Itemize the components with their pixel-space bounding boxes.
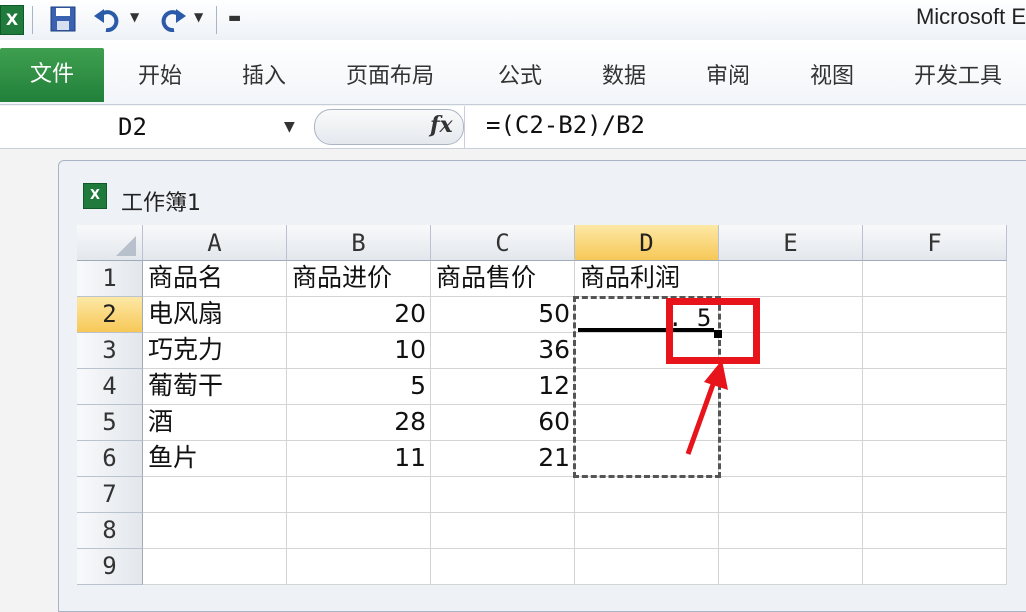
tab-review[interactable]: 审阅 bbox=[706, 58, 750, 90]
cell-c4[interactable]: 12 bbox=[431, 369, 575, 405]
cell-a1[interactable]: 商品名 bbox=[143, 261, 287, 297]
row-header-5[interactable]: 5 bbox=[77, 405, 143, 441]
column-header-c[interactable]: C bbox=[431, 225, 575, 261]
column-header-e[interactable]: E bbox=[719, 225, 863, 261]
save-icon[interactable] bbox=[50, 6, 76, 34]
name-box-value: D2 bbox=[118, 113, 147, 141]
cell-d7[interactable] bbox=[575, 477, 719, 513]
insert-function-button[interactable]: fx bbox=[430, 112, 453, 138]
cell-b7[interactable] bbox=[287, 477, 431, 513]
cell-f1[interactable] bbox=[863, 261, 1007, 297]
cell-f4[interactable] bbox=[863, 369, 1007, 405]
redo-dropdown-icon[interactable]: ▼ bbox=[194, 10, 203, 24]
cell-a4[interactable]: 葡萄干 bbox=[143, 369, 287, 405]
cell-a7[interactable] bbox=[143, 477, 287, 513]
cell-b1[interactable]: 商品进价 bbox=[287, 261, 431, 297]
ribbon: 文件 开始 插入 页面布局 公式 数据 审阅 视图 开发工具 bbox=[0, 40, 1026, 105]
cell-c2[interactable]: 50 bbox=[431, 297, 575, 333]
cell-f5[interactable] bbox=[863, 405, 1007, 441]
tab-home[interactable]: 开始 bbox=[138, 58, 182, 90]
cell-a8[interactable] bbox=[143, 513, 287, 549]
cell-f7[interactable] bbox=[863, 477, 1007, 513]
workbook-icon[interactable]: X bbox=[83, 183, 107, 209]
customize-qat-icon[interactable]: ▬ bbox=[228, 10, 241, 26]
cell-f6[interactable] bbox=[863, 441, 1007, 477]
qat-separator bbox=[216, 6, 217, 34]
undo-dropdown-icon[interactable]: ▼ bbox=[130, 10, 139, 24]
name-box[interactable]: D2 ▼ bbox=[0, 109, 308, 145]
column-header-f[interactable]: F bbox=[863, 225, 1007, 261]
cell-f8[interactable] bbox=[863, 513, 1007, 549]
cell-c5[interactable]: 60 bbox=[431, 405, 575, 441]
tab-file[interactable]: 文件 bbox=[0, 48, 104, 102]
excel-app-icon[interactable]: X bbox=[0, 5, 24, 35]
cell-b8[interactable] bbox=[287, 513, 431, 549]
redo-icon[interactable] bbox=[158, 6, 186, 34]
cell-b3[interactable]: 10 bbox=[287, 333, 431, 369]
row-header-8[interactable]: 8 bbox=[77, 513, 143, 549]
app-title: Microsoft E bbox=[915, 4, 1026, 29]
cell-f9[interactable] bbox=[863, 549, 1007, 585]
title-bar: X ▼ ▼ ▬ Microsoft E bbox=[0, 0, 1026, 40]
cell-d9[interactable] bbox=[575, 549, 719, 585]
name-box-dropdown-icon[interactable]: ▼ bbox=[284, 119, 295, 135]
cell-c9[interactable] bbox=[431, 549, 575, 585]
cell-f3[interactable] bbox=[863, 333, 1007, 369]
cell-b9[interactable] bbox=[287, 549, 431, 585]
row-header-7[interactable]: 7 bbox=[77, 477, 143, 513]
cell-e4[interactable] bbox=[719, 369, 863, 405]
cell-c1[interactable]: 商品售价 bbox=[431, 261, 575, 297]
workbook-title: 工作簿1 bbox=[121, 191, 201, 216]
column-header-a[interactable]: A bbox=[143, 225, 287, 261]
cell-c6[interactable]: 21 bbox=[431, 441, 575, 477]
formula-bar: D2 ▼ fx =(C2-B2)/B2 bbox=[0, 106, 1026, 149]
annotation-arrow-icon bbox=[685, 360, 728, 455]
cell-d1[interactable]: 商品利润 bbox=[575, 261, 719, 297]
tab-insert[interactable]: 插入 bbox=[242, 58, 286, 90]
cell-c3[interactable]: 36 bbox=[431, 333, 575, 369]
cell-c8[interactable] bbox=[431, 513, 575, 549]
formula-input[interactable]: =(C2-B2)/B2 bbox=[486, 111, 645, 139]
cell-b2[interactable]: 20 bbox=[287, 297, 431, 333]
cell-a9[interactable] bbox=[143, 549, 287, 585]
row-header-9[interactable]: 9 bbox=[77, 549, 143, 585]
cell-a3[interactable]: 巧克力 bbox=[143, 333, 287, 369]
cell-d8[interactable] bbox=[575, 513, 719, 549]
cell-b5[interactable]: 28 bbox=[287, 405, 431, 441]
column-header-d[interactable]: D bbox=[575, 225, 719, 261]
cell-e6[interactable] bbox=[719, 441, 863, 477]
cell-e7[interactable] bbox=[719, 477, 863, 513]
cell-b6[interactable]: 11 bbox=[287, 441, 431, 477]
cell-e1[interactable] bbox=[719, 261, 863, 297]
tab-developer[interactable]: 开发工具 bbox=[914, 58, 1002, 90]
row-header-4[interactable]: 4 bbox=[77, 369, 143, 405]
cell-e5[interactable] bbox=[719, 405, 863, 441]
row-header-1[interactable]: 1 bbox=[77, 261, 143, 297]
row-header-2[interactable]: 2 bbox=[77, 297, 143, 333]
cell-a2[interactable]: 电风扇 bbox=[143, 297, 287, 333]
undo-icon[interactable] bbox=[94, 6, 122, 34]
tab-view[interactable]: 视图 bbox=[810, 58, 854, 90]
cell-a6[interactable]: 鱼片 bbox=[143, 441, 287, 477]
cell-b4[interactable]: 5 bbox=[287, 369, 431, 405]
qat-separator bbox=[32, 6, 33, 34]
tab-data[interactable]: 数据 bbox=[602, 58, 646, 90]
cell-e9[interactable] bbox=[719, 549, 863, 585]
cell-a5[interactable]: 酒 bbox=[143, 405, 287, 441]
row-header-3[interactable]: 3 bbox=[77, 333, 143, 369]
formula-bar-separator bbox=[464, 106, 465, 148]
tab-formulas[interactable]: 公式 bbox=[498, 58, 542, 90]
cell-e8[interactable] bbox=[719, 513, 863, 549]
cell-c7[interactable] bbox=[431, 477, 575, 513]
row-header-6[interactable]: 6 bbox=[77, 441, 143, 477]
select-all-button[interactable] bbox=[77, 225, 143, 261]
annotation-highlight-box bbox=[666, 298, 760, 364]
column-header-b[interactable]: B bbox=[287, 225, 431, 261]
cell-f2[interactable] bbox=[863, 297, 1007, 333]
tab-page-layout[interactable]: 页面布局 bbox=[346, 58, 434, 90]
